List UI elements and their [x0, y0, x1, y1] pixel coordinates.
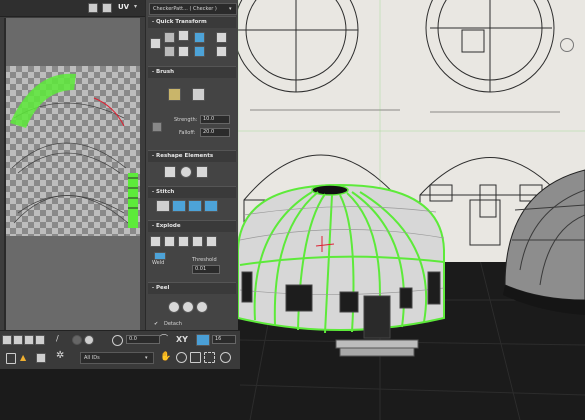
straighten-selection-icon[interactable]	[164, 166, 176, 178]
chevron-down-icon: ▾	[145, 355, 148, 361]
settings-icon[interactable]: ✲	[56, 351, 66, 361]
unwrap-tools-panel: CheckerPatt... ( Checker ) ▾ - Quick Tran…	[145, 0, 238, 368]
grow-icon[interactable]	[72, 335, 82, 345]
soft-falloff-spinner[interactable]: 0.0	[126, 335, 160, 344]
explode-by-edge-icon[interactable]	[206, 236, 217, 247]
checker-dropdown-label: CheckerPatt... ( Checker )	[153, 6, 217, 12]
refresh-icon[interactable]	[220, 352, 231, 363]
axis-xy-label[interactable]: XY	[176, 335, 188, 344]
explode-by-material-icon[interactable]	[192, 236, 203, 247]
uv-bottom-toolbar: / 0.0 ⌒ XY 16 ▲ ✲ All IDs ▾ ✋	[0, 330, 240, 369]
align-icon[interactable]	[150, 38, 161, 49]
edge-select-icon[interactable]	[13, 335, 23, 345]
element-select-icon[interactable]	[35, 335, 45, 345]
pan-icon[interactable]: ✋	[160, 352, 171, 362]
material-id-label: All IDs	[84, 355, 100, 361]
uv-label[interactable]: UV	[118, 3, 129, 11]
explode-by-smoothing-icon[interactable]	[178, 236, 189, 247]
threshold-label: Threshold	[192, 257, 217, 263]
lock-icon[interactable]	[6, 353, 16, 364]
align-horizontal-icon[interactable]	[164, 46, 175, 57]
grid-value-spinner[interactable]: 16	[212, 335, 236, 344]
strength-spinner[interactable]: 10.0	[200, 115, 230, 124]
stitch-custom-icon[interactable]	[156, 200, 170, 212]
chevron-down-icon: ▾	[229, 6, 232, 12]
rollout-reshape-elements[interactable]: - Reshape Elements	[148, 150, 236, 162]
distribute-icon[interactable]	[178, 30, 189, 41]
zoom-extents-icon[interactable]	[204, 352, 215, 363]
pen-icon[interactable]: /	[56, 335, 64, 343]
vertex-select-icon[interactable]	[2, 335, 12, 345]
paint-brush-icon[interactable]	[168, 88, 181, 101]
rollout-explode[interactable]: - Explode	[148, 220, 236, 232]
rotate-cw-icon[interactable]	[194, 32, 205, 43]
rollout-quick-transform[interactable]: - Quick Transform	[148, 16, 236, 28]
relax-brush-icon[interactable]	[192, 88, 205, 101]
threshold-spinner[interactable]: 0.01	[192, 265, 220, 274]
falloff-label: Falloff:	[179, 130, 196, 136]
uv-editor-window: UV ▾	[0, 0, 145, 368]
flatten-icon[interactable]	[196, 166, 208, 178]
uv-layout	[4, 18, 140, 334]
detach-checkbox[interactable]: ✔	[154, 321, 158, 327]
peel-mode-icon[interactable]	[182, 301, 194, 313]
uv-canvas[interactable]	[4, 18, 140, 334]
soft-selection-icon[interactable]	[112, 335, 123, 346]
curve-icon[interactable]: ⌒	[160, 335, 168, 343]
uv-editor-topbar: UV ▾	[0, 0, 145, 17]
rollout-peel[interactable]: - Peel	[148, 282, 236, 294]
stitch-to-source-icon[interactable]	[172, 200, 186, 212]
rotate-ccw-icon[interactable]	[194, 46, 205, 57]
relax-icon[interactable]	[180, 166, 192, 178]
checker-pattern-icon[interactable]	[102, 3, 112, 13]
straighten-icon[interactable]	[178, 46, 189, 57]
shrink-icon[interactable]	[84, 335, 94, 345]
break-icon[interactable]	[150, 236, 161, 247]
material-id-dropdown[interactable]: All IDs ▾	[80, 352, 154, 364]
zoom-region-icon[interactable]	[190, 352, 201, 363]
rollout-brush[interactable]: - Brush	[148, 66, 236, 78]
flip-icon[interactable]	[216, 32, 227, 43]
brush-size-icon[interactable]	[152, 122, 162, 132]
weld-icon[interactable]	[154, 252, 166, 260]
detach-label: Detach	[164, 321, 182, 327]
reset-peel-icon[interactable]	[196, 301, 208, 313]
warning-icon[interactable]: ▲	[20, 353, 29, 362]
space-icon[interactable]	[164, 32, 175, 43]
weld-label: Weld	[152, 260, 165, 266]
quick-peel-icon[interactable]	[168, 301, 180, 313]
zoom-icon[interactable]	[176, 352, 187, 363]
falloff-spinner[interactable]: 20.0	[200, 128, 230, 137]
rollout-stitch[interactable]: - Stitch	[148, 186, 236, 198]
detach-edge-icon[interactable]	[164, 236, 175, 247]
checker-grid-icon[interactable]	[88, 3, 98, 13]
stitch-to-average-icon[interactable]	[188, 200, 202, 212]
uv-dropdown-arrow-icon[interactable]: ▾	[134, 3, 142, 11]
strength-label: Strength:	[174, 117, 198, 123]
checker-pattern-dropdown[interactable]: CheckerPatt... ( Checker ) ▾	[149, 3, 237, 15]
mirror-icon[interactable]	[216, 46, 227, 57]
grid-snap-icon[interactable]	[196, 334, 210, 346]
stitch-to-target-icon[interactable]	[204, 200, 218, 212]
select-by-id-icon[interactable]	[36, 353, 46, 363]
viewport-info-icon[interactable]	[560, 38, 574, 52]
face-select-icon[interactable]	[24, 335, 34, 345]
